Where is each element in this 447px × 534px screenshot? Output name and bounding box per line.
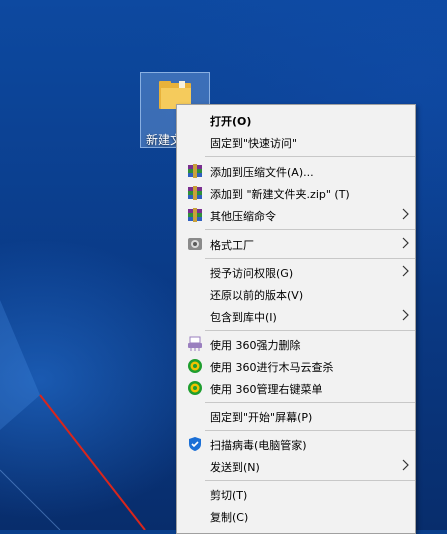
menu-item-label: 授予访问权限(G) [210,267,294,280]
chevron-right-icon [402,265,409,277]
menu-item-label: 剪切(T) [210,489,248,502]
menu-separator [205,156,415,157]
menu-item-add-archive[interactable]: 添加到压缩文件(A)... [177,160,415,182]
menu-item-format-factory[interactable]: 格式工厂 [177,233,415,255]
menu-item-send-to[interactable]: 发送到(N) [177,455,415,477]
chevron-right-icon [402,459,409,471]
menu-item-label: 添加到 "新建文件夹.zip" (T) [210,188,350,201]
menu-separator [205,229,415,230]
menu-item-other-compress[interactable]: 其他压缩命令 [177,204,415,226]
menu-item-label: 扫描病毒(电脑管家) [210,439,307,452]
menu-item-label: 复制(C) [210,511,249,524]
context-menu: 打开(O) 固定到"快速访问" 添加到压缩文件(A)... 添加到 "新建文件夹… [176,104,416,534]
menu-item-360-force-delete[interactable]: 使用 360强力删除 [177,333,415,355]
menu-item-label: 添加到压缩文件(A)... [210,166,314,179]
360-icon [188,381,202,395]
menu-item-label: 其他压缩命令 [210,210,276,223]
menu-item-label: 包含到库中(I) [210,311,277,324]
shredder-icon [188,336,202,351]
menu-separator [205,258,415,259]
chevron-right-icon [402,237,409,249]
menu-item-include-library[interactable]: 包含到库中(I) [177,305,415,327]
360-icon [188,359,202,373]
menu-item-pin-quick-access[interactable]: 固定到"快速访问" [177,131,415,153]
menu-item-grant-access[interactable]: 授予访问权限(G) [177,261,415,283]
menu-item-360-trojan-scan[interactable]: 使用 360进行木马云查杀 [177,355,415,377]
menu-item-pin-start[interactable]: 固定到"开始"屏幕(P) [177,405,415,427]
chevron-right-icon [402,208,409,220]
menu-item-restore-previous[interactable]: 还原以前的版本(V) [177,283,415,305]
menu-item-label: 固定到"开始"屏幕(P) [210,411,313,424]
menu-item-label: 格式工厂 [210,239,254,252]
menu-item-copy[interactable]: 复制(C) [177,505,415,527]
winrar-icon [188,164,202,178]
menu-item-add-zip[interactable]: 添加到 "新建文件夹.zip" (T) [177,182,415,204]
menu-item-label: 发送到(N) [210,461,260,474]
menu-separator [205,480,415,481]
format-factory-icon [188,238,202,250]
menu-item-label: 打开(O) [210,115,252,128]
chevron-right-icon [402,309,409,321]
menu-separator [205,430,415,431]
menu-item-label: 固定到"快速访问" [210,137,298,150]
menu-item-label: 使用 360管理右键菜单 [210,383,323,396]
menu-item-virus-scan[interactable]: 扫描病毒(电脑管家) [177,433,415,455]
winrar-icon [188,186,202,200]
winrar-icon [188,208,202,222]
menu-item-label: 使用 360强力删除 [210,339,301,352]
menu-separator [205,402,415,403]
menu-separator [205,330,415,331]
menu-item-label: 还原以前的版本(V) [210,289,304,302]
shield-icon [189,437,201,451]
menu-item-360-manage-menu[interactable]: 使用 360管理右键菜单 [177,377,415,399]
menu-item-cut[interactable]: 剪切(T) [177,483,415,505]
menu-item-label: 使用 360进行木马云查杀 [210,361,334,374]
menu-item-open[interactable]: 打开(O) [177,109,415,131]
